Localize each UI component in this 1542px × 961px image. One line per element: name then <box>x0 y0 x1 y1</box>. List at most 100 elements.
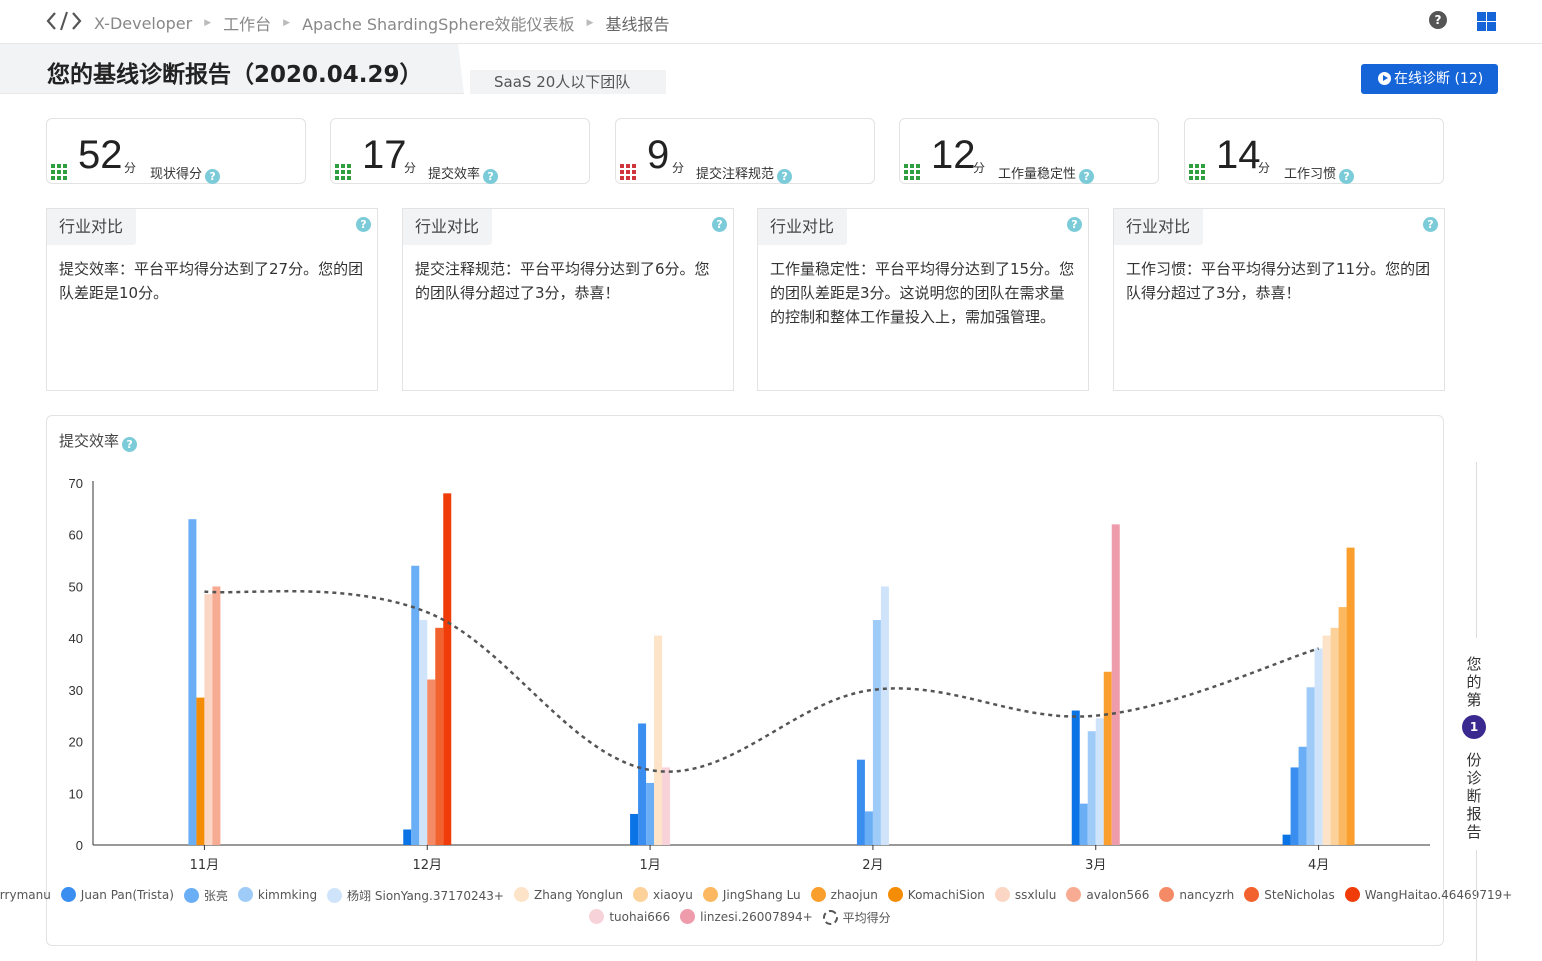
legend-item[interactable]: zhaojun <box>810 887 878 902</box>
legend-label: 张亮 <box>203 889 228 903</box>
legend-swatch-icon <box>513 887 529 902</box>
legend-swatch-icon <box>1159 887 1175 902</box>
report-count-badge[interactable]: 1 <box>1462 715 1486 739</box>
bar-terrymanu <box>630 813 639 845</box>
legend-item[interactable]: Juan Pan(Trista) <box>60 887 174 902</box>
legend-swatch-icon <box>1244 887 1260 902</box>
bar-zhang-yonglun <box>1322 635 1331 845</box>
y-tick-label: 10 <box>69 786 83 801</box>
x-tick-label: 11月 <box>190 858 220 873</box>
legend-item[interactable]: 张亮 <box>183 887 228 904</box>
legend-item[interactable]: Zhang Yonglun <box>513 887 624 902</box>
bar-- <box>188 519 197 845</box>
x-tick-label: 4月 <box>1308 858 1329 873</box>
bar-zhang-yonglun <box>654 635 663 845</box>
legend-item[interactable]: nancyzrh <box>1159 887 1234 902</box>
legend-label: ssxlulu <box>1014 887 1057 902</box>
bar--sionyang-37170243- <box>1095 718 1104 845</box>
legend-item[interactable]: xiaoyu <box>633 887 693 902</box>
rail-text-before: 您的第 <box>1466 655 1482 709</box>
bar-avalon566 <box>212 586 221 845</box>
x-tick-label: 2月 <box>862 858 883 873</box>
y-tick-label: 50 <box>69 579 83 594</box>
bar-wanghaitao-46469719- <box>443 493 452 845</box>
y-tick-label: 30 <box>69 683 83 698</box>
bar-- <box>1079 803 1088 845</box>
bar-kimmking <box>1087 731 1096 845</box>
legend-swatch-icon <box>680 909 696 924</box>
legend-item[interactable]: 平均得分 <box>822 909 891 926</box>
legend-label: SteNicholas <box>1264 887 1335 902</box>
legend-swatch-icon <box>887 887 903 902</box>
bar--sionyang-37170243- <box>880 586 889 845</box>
legend-label: nancyzrh <box>1179 887 1235 902</box>
bar-zhaojun <box>1346 547 1355 845</box>
legend-swatch-icon <box>1066 887 1082 902</box>
bar-nancyzrh <box>427 679 436 845</box>
y-tick-label: 20 <box>69 735 83 750</box>
bar-juan-pan-trista- <box>856 759 865 845</box>
legend-swatch-icon <box>702 887 718 902</box>
legend-item[interactable]: SteNicholas <box>1244 887 1335 902</box>
legend-swatch-icon <box>183 888 199 903</box>
bar-ssxlulu <box>204 594 213 845</box>
bar-- <box>864 811 873 845</box>
legend-swatch-icon <box>994 887 1010 902</box>
legend-swatch-icon <box>237 887 253 902</box>
legend-swatch-icon <box>810 887 826 902</box>
y-tick-label: 40 <box>69 631 83 646</box>
legend-label: Juan Pan(Trista) <box>80 887 174 902</box>
legend-item[interactable]: 杨翊 SionYang.37170243+ <box>327 887 504 904</box>
bar-juan-pan-trista- <box>1290 767 1299 845</box>
y-tick-label: 0 <box>76 838 83 853</box>
bar-juan-pan-trista- <box>638 723 647 845</box>
legend-item[interactable]: kimmking <box>237 887 318 902</box>
bar-xiaoyu <box>1330 627 1339 845</box>
legend-swatch-icon <box>589 909 605 924</box>
rail-divider <box>1476 462 1477 638</box>
bar-kimmking <box>872 620 881 845</box>
legend-swatch-icon <box>327 888 343 903</box>
legend-label: JingShang Lu <box>722 887 801 902</box>
bar-jingshang-lu <box>1338 607 1347 845</box>
legend-swatch-icon <box>822 910 838 925</box>
legend-label: 平均得分 <box>842 911 891 925</box>
legend-item[interactable]: KomachiSion <box>887 887 985 902</box>
legend-swatch-icon <box>1344 887 1360 902</box>
legend-label: tuohai666 <box>609 909 671 924</box>
legend-item[interactable]: linzesi.26007894+ <box>680 909 813 924</box>
legend-label: zhaojun <box>830 887 878 902</box>
legend-swatch-icon <box>60 887 76 902</box>
y-tick-label: 60 <box>69 528 83 543</box>
legend-label: kimmking <box>257 887 318 902</box>
legend-label: Zhang Yonglun <box>533 887 624 902</box>
bar-terrymanu <box>1071 710 1080 845</box>
bar-stenicholas <box>435 627 444 845</box>
legend-label: terrymanu <box>0 887 51 902</box>
bar-- <box>1298 746 1307 845</box>
y-tick-label: 70 <box>69 476 83 491</box>
bar-terrymanu <box>403 829 412 845</box>
legend-swatch-icon <box>633 887 649 902</box>
x-tick-label: 3月 <box>1085 858 1106 873</box>
legend-label: WangHaitao.46469719+ <box>1364 887 1513 902</box>
legend-label: KomachiSion <box>907 887 985 902</box>
legend-label: 杨翊 SionYang.37170243+ <box>347 889 504 903</box>
bar-kimmking <box>1306 687 1315 845</box>
legend-item[interactable]: avalon566 <box>1066 887 1149 902</box>
bar-tuohai666 <box>662 767 671 845</box>
legend-item[interactable]: ssxlulu <box>994 887 1057 902</box>
bar--sionyang-37170243- <box>419 620 428 845</box>
legend-label: avalon566 <box>1086 887 1150 902</box>
legend-item[interactable]: terrymanu <box>0 887 51 902</box>
bar-chart: 0 10 20 30 40 50 60 70 11月 12月 1月 2月 3月 4月 <box>69 476 1430 873</box>
legend-item[interactable]: JingShang Lu <box>702 887 801 902</box>
legend-item[interactable]: WangHaitao.46469719+ <box>1344 887 1513 902</box>
rail-text-after: 份诊断报告 <box>1466 751 1482 841</box>
bar-zhaojun <box>1103 671 1112 845</box>
bar--sionyang-37170243- <box>1314 648 1323 845</box>
bar-linzesi-26007894- <box>1111 524 1120 845</box>
legend-item[interactable]: tuohai666 <box>589 909 670 924</box>
bar-- <box>646 782 655 845</box>
rail-divider <box>1476 850 1477 961</box>
